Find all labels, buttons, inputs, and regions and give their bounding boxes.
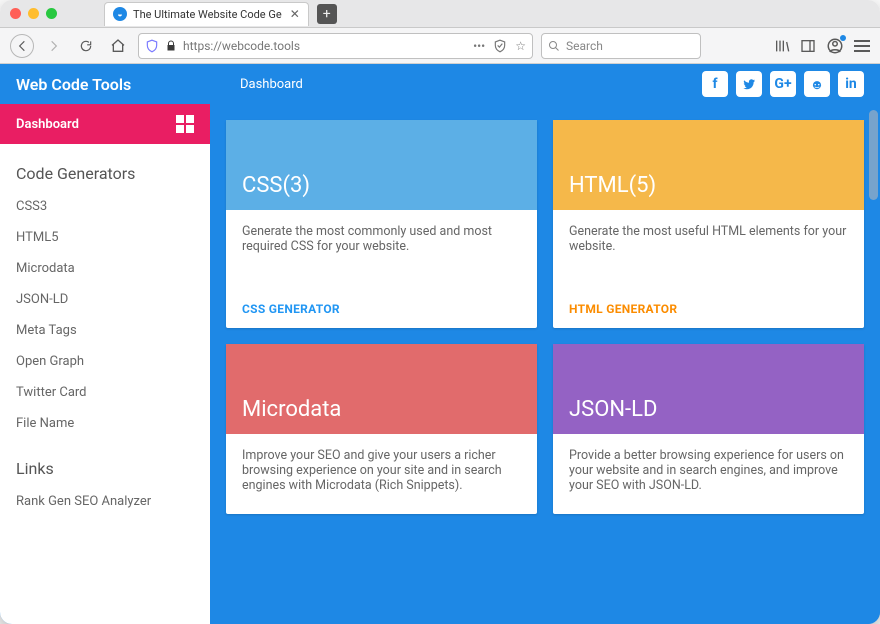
sidebar-item-jsonld[interactable]: JSON-LD <box>0 284 210 315</box>
ellipsis-icon[interactable]: ••• <box>473 39 485 53</box>
arrow-left-icon <box>15 39 29 53</box>
facebook-icon[interactable]: f <box>702 71 728 97</box>
url-text: https://webcode.tools <box>183 39 467 53</box>
sidebar-item-css3[interactable]: CSS3 <box>0 191 210 222</box>
home-icon <box>110 38 126 54</box>
sidebar-item-metatags[interactable]: Meta Tags <box>0 315 210 346</box>
tab-title: The Ultimate Website Code Ge <box>133 8 282 21</box>
sidebar-item-html5[interactable]: HTML5 <box>0 222 210 253</box>
sidebar: Dashboard Code Generators CSS3 HTML5 Mic… <box>0 104 210 624</box>
scrollbar-thumb[interactable] <box>869 110 878 200</box>
search-icon <box>548 40 560 52</box>
window-titlebar: ◒ The Ultimate Website Code Ge ✕ + <box>0 0 880 28</box>
card-microdata[interactable]: Microdata Improve your SEO and give your… <box>226 344 537 514</box>
sidebar-section-generators: Code Generators <box>0 144 210 191</box>
sidebar-item-twittercard[interactable]: Twitter Card <box>0 377 210 408</box>
back-button[interactable] <box>10 34 34 58</box>
card-description: Generate the most commonly used and most… <box>226 210 537 290</box>
reddit-icon[interactable] <box>804 71 830 97</box>
card-description: Provide a better browsing experience for… <box>553 434 864 514</box>
url-bar[interactable]: https://webcode.tools ••• ☆ <box>138 33 533 59</box>
new-tab-button[interactable]: + <box>317 4 337 24</box>
sidebar-item-microdata[interactable]: Microdata <box>0 253 210 284</box>
window-maximize-button[interactable] <box>46 8 57 19</box>
reload-icon <box>79 39 93 53</box>
dashboard-icon <box>176 115 194 133</box>
linkedin-icon[interactable]: in <box>838 71 864 97</box>
googleplus-icon[interactable]: G+ <box>770 71 796 97</box>
reload-button[interactable] <box>74 34 98 58</box>
reader-icon[interactable] <box>493 39 507 53</box>
bookmark-star-icon[interactable]: ☆ <box>515 39 526 53</box>
browser-tab[interactable]: ◒ The Ultimate Website Code Ge ✕ <box>104 2 309 26</box>
shield-icon <box>145 39 159 53</box>
sidebar-item-dashboard[interactable]: Dashboard <box>0 104 210 144</box>
card-html[interactable]: HTML(5) Generate the most useful HTML el… <box>553 120 864 328</box>
card-css[interactable]: CSS(3) Generate the most commonly used a… <box>226 120 537 328</box>
brand-title[interactable]: Web Code Tools <box>16 75 240 94</box>
search-bar[interactable]: Search <box>541 33 701 59</box>
sidebar-item-opengraph[interactable]: Open Graph <box>0 346 210 377</box>
sidebar-section-links: Links <box>0 439 210 486</box>
twitter-icon[interactable] <box>736 71 762 97</box>
sidebar-link-rankgen[interactable]: Rank Gen SEO Analyzer <box>0 486 210 517</box>
main-content: CSS(3) Generate the most commonly used a… <box>210 104 880 624</box>
menu-icon[interactable] <box>854 40 870 52</box>
window-close-button[interactable] <box>10 8 21 19</box>
lock-icon <box>165 40 177 52</box>
card-title: HTML(5) <box>553 120 864 210</box>
app-header: Web Code Tools Dashboard f G+ in <box>0 64 880 104</box>
forward-button[interactable] <box>42 34 66 58</box>
arrow-right-icon <box>47 39 61 53</box>
breadcrumb: Dashboard <box>240 77 303 92</box>
card-action-link[interactable]: HTML GENERATOR <box>553 290 864 328</box>
sidebar-item-filename[interactable]: File Name <box>0 408 210 439</box>
card-action-link[interactable]: CSS GENERATOR <box>226 290 537 328</box>
card-jsonld[interactable]: JSON-LD Provide a better browsing experi… <box>553 344 864 514</box>
card-title: CSS(3) <box>226 120 537 210</box>
search-placeholder: Search <box>566 39 603 53</box>
library-icon[interactable] <box>774 38 790 54</box>
browser-toolbar: https://webcode.tools ••• ☆ Search <box>0 28 880 64</box>
tab-close-icon[interactable]: ✕ <box>290 7 300 21</box>
window-minimize-button[interactable] <box>28 8 39 19</box>
browser-window: ◒ The Ultimate Website Code Ge ✕ + https… <box>0 0 880 624</box>
card-title: JSON-LD <box>553 344 864 434</box>
card-title: Microdata <box>226 344 537 434</box>
card-description: Generate the most useful HTML elements f… <box>553 210 864 290</box>
account-icon[interactable] <box>826 37 844 55</box>
sidebar-active-label: Dashboard <box>16 117 79 132</box>
app-body: Dashboard Code Generators CSS3 HTML5 Mic… <box>0 104 880 624</box>
card-description: Improve your SEO and give your users a r… <box>226 434 537 514</box>
home-button[interactable] <box>106 34 130 58</box>
card-grid: CSS(3) Generate the most commonly used a… <box>226 120 864 514</box>
favicon-icon: ◒ <box>113 7 127 21</box>
sidebar-toggle-icon[interactable] <box>800 38 816 54</box>
